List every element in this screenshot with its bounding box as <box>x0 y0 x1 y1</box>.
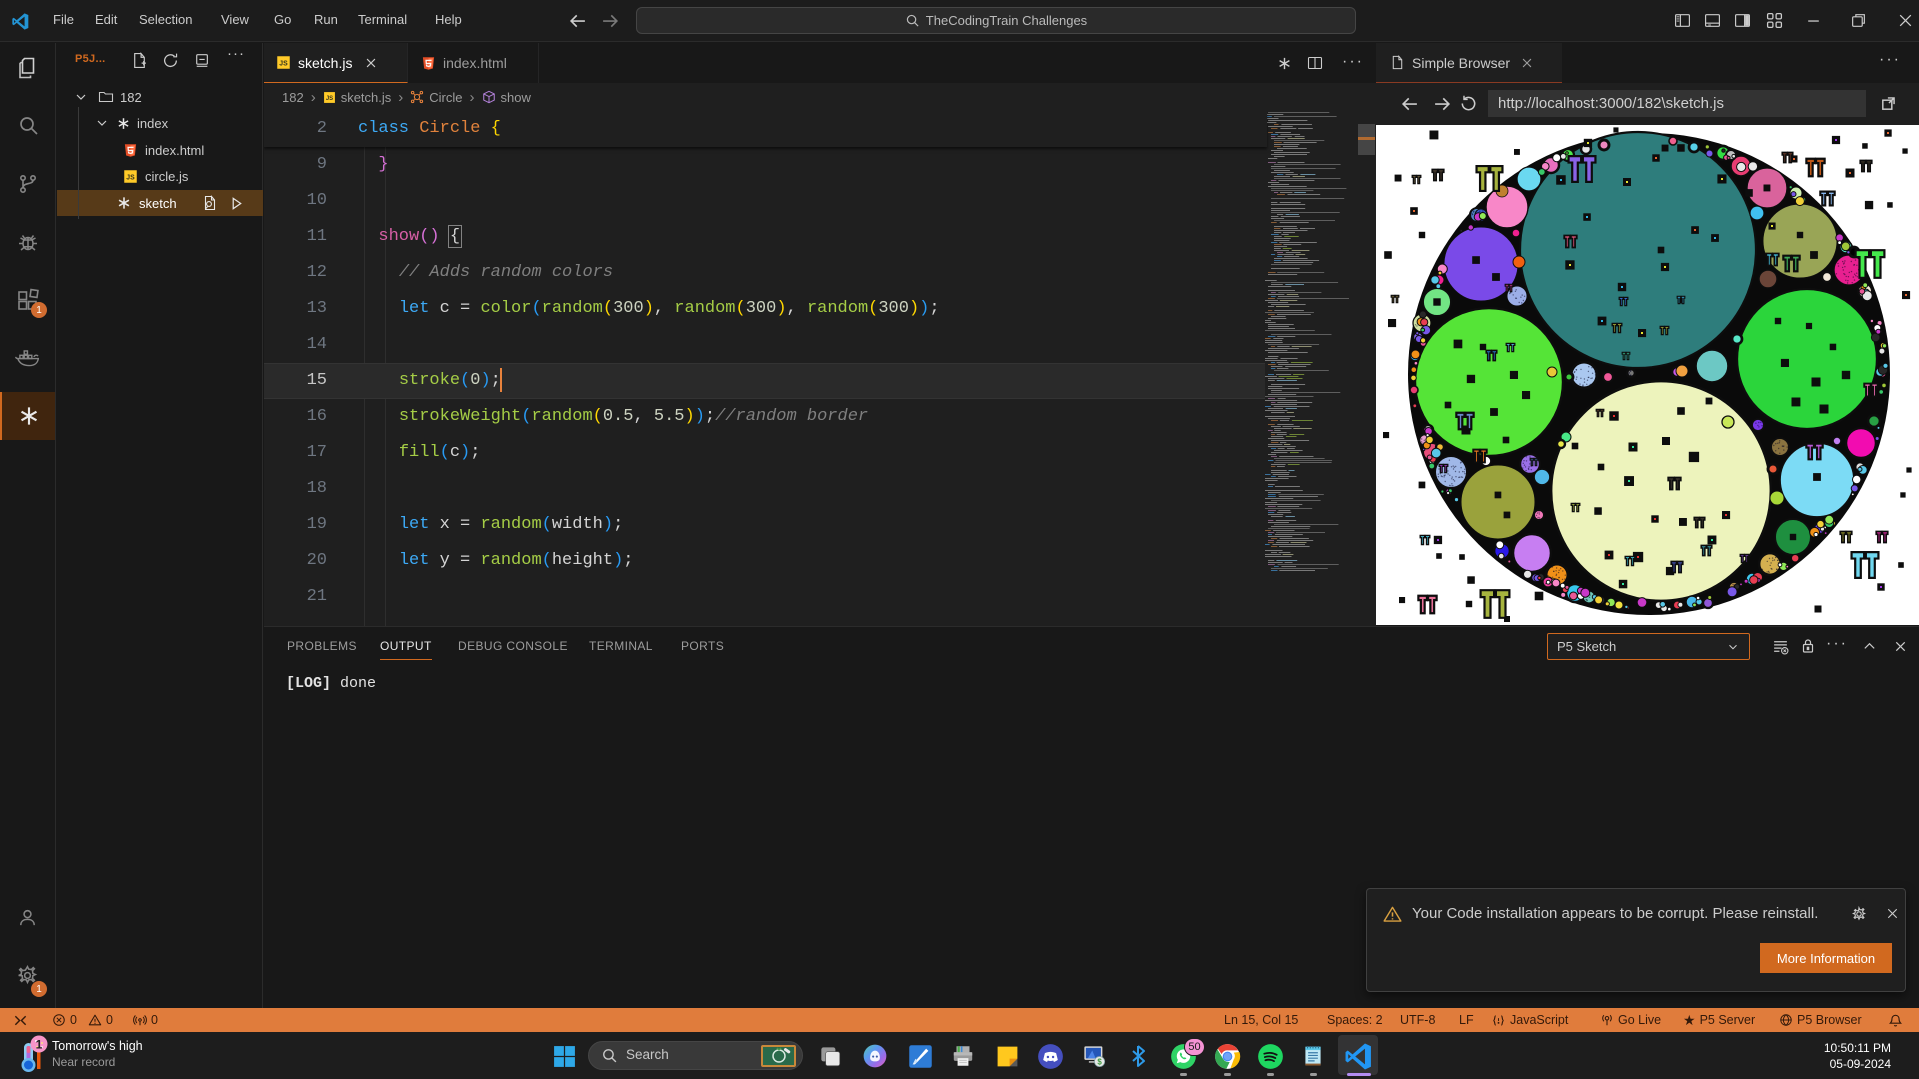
svg-text:1: 1 <box>36 1038 43 1052</box>
svg-text:$: $ <box>1097 1057 1102 1066</box>
svg-text:JS: JS <box>326 96 333 102</box>
svg-text:JS: JS <box>126 174 135 181</box>
svg-text:JS: JS <box>279 61 288 68</box>
